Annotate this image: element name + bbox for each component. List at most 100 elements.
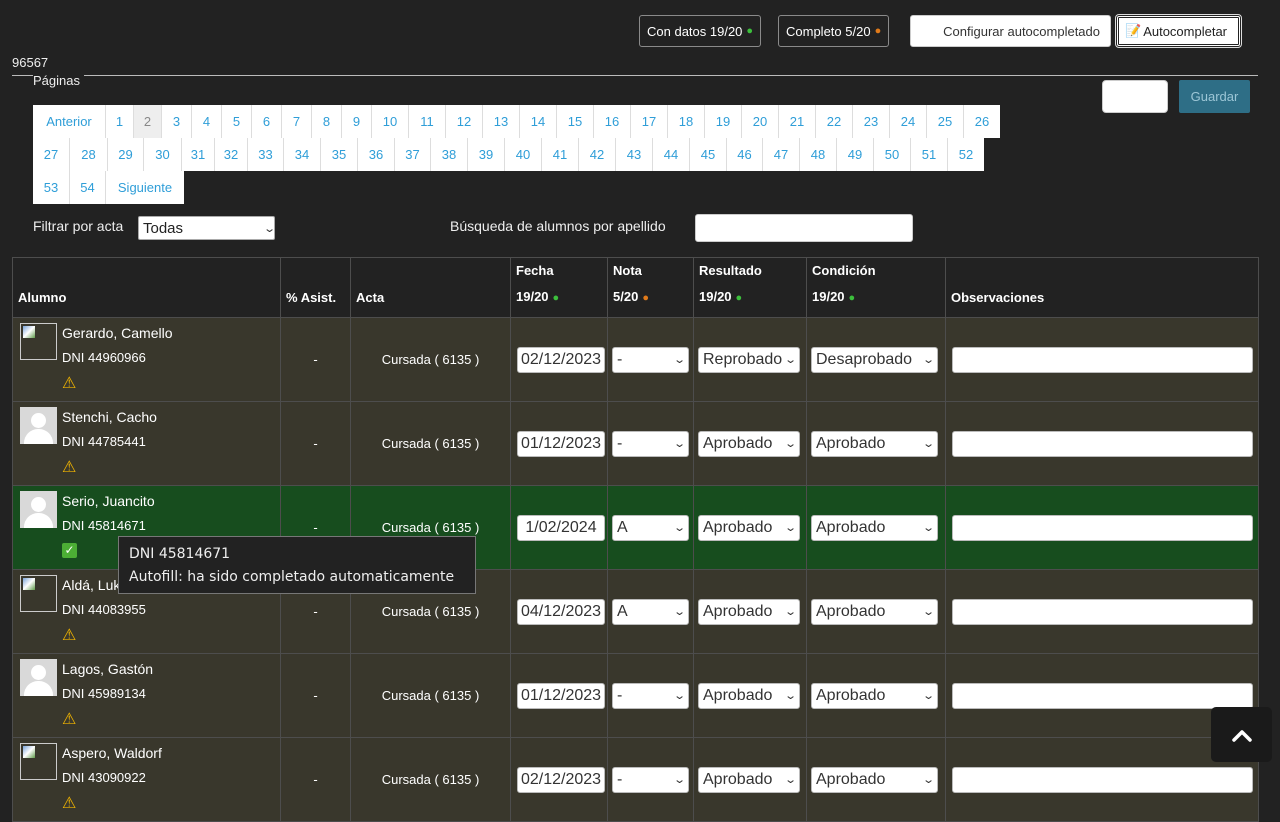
pagination-prev[interactable]: Anterior — [33, 105, 105, 138]
pagination-page[interactable]: 53 — [33, 171, 69, 204]
pagination-page[interactable]: 33 — [247, 138, 283, 171]
pagination-page[interactable]: 16 — [593, 105, 630, 138]
pagination-page[interactable]: 44 — [652, 138, 689, 171]
resultado-select[interactable]: Aprobado ⌄ — [698, 598, 800, 625]
pagination-page[interactable]: 50 — [873, 138, 910, 171]
pagination-page[interactable]: 40 — [504, 138, 541, 171]
pagination-page[interactable]: 22 — [815, 105, 852, 138]
pagination-page[interactable]: 24 — [889, 105, 926, 138]
nota-select[interactable]: A ⌄ — [612, 514, 689, 541]
pagination-page[interactable]: 38 — [430, 138, 467, 171]
pagination-page[interactable]: 43 — [615, 138, 652, 171]
fecha-input[interactable]: 01/12/2023 — [517, 430, 605, 457]
header-resultado[interactable]: Resultado 19/20 ● — [693, 257, 807, 318]
pagination-page[interactable]: 8 — [311, 105, 341, 138]
pagination-page[interactable]: 1 — [105, 105, 133, 138]
resultado-select[interactable]: Aprobado ⌄ — [698, 766, 800, 793]
fecha-input[interactable]: 04/12/2023 — [517, 598, 605, 625]
pagination-page[interactable]: 37 — [394, 138, 430, 171]
pagination-page[interactable]: 30 — [143, 138, 181, 171]
nota-select[interactable]: - ⌄ — [612, 430, 689, 457]
observaciones-input[interactable] — [952, 598, 1253, 625]
nota-select[interactable]: - ⌄ — [612, 346, 689, 373]
pagination-page[interactable]: 21 — [778, 105, 815, 138]
completo-filter-button[interactable]: Completo 5/20 ● — [778, 15, 890, 47]
observaciones-input[interactable] — [952, 430, 1253, 457]
pagination-page[interactable]: 10 — [371, 105, 408, 138]
pagination-page[interactable]: 27 — [33, 138, 69, 171]
fecha-input[interactable]: 02/12/2023 — [517, 346, 605, 373]
blank-button[interactable] — [1102, 80, 1168, 113]
pagination-page[interactable]: 49 — [836, 138, 873, 171]
pagination-page[interactable]: 51 — [910, 138, 947, 171]
condicion-select[interactable]: Aprobado ⌄ — [811, 514, 938, 541]
con-datos-filter-button[interactable]: Con datos 19/20 ● — [639, 15, 762, 47]
pagination-page[interactable]: 12 — [445, 105, 482, 138]
scroll-to-top-button[interactable] — [1211, 707, 1272, 762]
pagination-page[interactable]: 54 — [69, 171, 105, 204]
pagination-page[interactable]: 15 — [556, 105, 593, 138]
pagination-page[interactable]: 25 — [926, 105, 963, 138]
pagination-page[interactable]: 32 — [214, 138, 247, 171]
resultado-select[interactable]: Aprobado ⌄ — [698, 430, 800, 457]
pagination-page[interactable]: 46 — [726, 138, 762, 171]
pagination-page[interactable]: 20 — [741, 105, 778, 138]
pagination-page[interactable]: 26 — [963, 105, 1000, 138]
apellido-search-input[interactable] — [695, 214, 913, 242]
observaciones-input[interactable] — [952, 766, 1253, 793]
pagination-page[interactable]: 34 — [283, 138, 320, 171]
guardar-button[interactable]: Guardar — [1179, 80, 1250, 113]
pagination-page[interactable]: 45 — [689, 138, 726, 171]
pagination-page[interactable]: 42 — [578, 138, 615, 171]
resultado-select[interactable]: Aprobado ⌄ — [698, 682, 800, 709]
pagination-page[interactable]: 5 — [221, 105, 251, 138]
resultado-select[interactable]: Aprobado ⌄ — [698, 514, 800, 541]
pagination-next[interactable]: Siguiente — [105, 171, 184, 204]
header-alumno[interactable]: Alumno — [12, 257, 281, 318]
pagination-page[interactable]: 47 — [762, 138, 799, 171]
pagination-page[interactable]: 13 — [482, 105, 519, 138]
pagination-page[interactable]: 23 — [852, 105, 889, 138]
condicion-select[interactable]: Aprobado ⌄ — [811, 766, 938, 793]
condicion-select[interactable]: Aprobado ⌄ — [811, 598, 938, 625]
nota-select[interactable]: A ⌄ — [612, 598, 689, 625]
fecha-input[interactable]: 02/12/2023 — [517, 766, 605, 793]
pagination-page[interactable]: 9 — [341, 105, 371, 138]
pagination-page[interactable]: 36 — [357, 138, 394, 171]
pagination-page[interactable]: 19 — [704, 105, 741, 138]
nota-select[interactable]: - ⌄ — [612, 766, 689, 793]
pagination-page[interactable]: 2 — [133, 105, 161, 138]
configurar-autocompletado-button[interactable]: Configurar autocompletado — [910, 15, 1111, 47]
observaciones-input[interactable] — [952, 514, 1253, 541]
fecha-input[interactable]: 01/12/2023 — [517, 682, 605, 709]
pagination-page[interactable]: 52 — [947, 138, 984, 171]
header-acta[interactable]: Acta — [350, 257, 511, 318]
pagination-page[interactable]: 18 — [667, 105, 704, 138]
autocompletar-button[interactable]: 📝 Autocompletar — [1115, 14, 1242, 48]
header-fecha[interactable]: Fecha 19/20 ● — [510, 257, 608, 318]
pagination-page[interactable]: 41 — [541, 138, 578, 171]
condicion-select[interactable]: Desaprobado ⌄ — [811, 346, 938, 373]
pagination-page[interactable]: 3 — [161, 105, 191, 138]
pagination-page[interactable]: 48 — [799, 138, 836, 171]
pagination-page[interactable]: 31 — [181, 138, 214, 171]
header-asist[interactable]: % Asist. — [280, 257, 351, 318]
pagination-page[interactable]: 6 — [251, 105, 281, 138]
nota-select[interactable]: - ⌄ — [612, 682, 689, 709]
acta-filter-select[interactable]: Todas ⌄ — [138, 216, 276, 240]
observaciones-input[interactable] — [952, 682, 1253, 709]
header-observaciones[interactable]: Observaciones — [945, 257, 1259, 318]
pagination-page[interactable]: 35 — [320, 138, 357, 171]
fecha-input[interactable]: 1/02/2024 — [517, 514, 605, 541]
pagination-page[interactable]: 7 — [281, 105, 311, 138]
pagination-page[interactable]: 17 — [630, 105, 667, 138]
header-nota[interactable]: Nota 5/20 ● — [607, 257, 694, 318]
pagination-page[interactable]: 11 — [408, 105, 445, 138]
condicion-select[interactable]: Aprobado ⌄ — [811, 430, 938, 457]
pagination-page[interactable]: 4 — [191, 105, 221, 138]
pagination-page[interactable]: 29 — [107, 138, 143, 171]
resultado-select[interactable]: Reprobado ⌄ — [698, 346, 800, 373]
pagination-page[interactable]: 28 — [69, 138, 107, 171]
header-condicion[interactable]: Condición 19/20 ● — [806, 257, 946, 318]
condicion-select[interactable]: Aprobado ⌄ — [811, 682, 938, 709]
